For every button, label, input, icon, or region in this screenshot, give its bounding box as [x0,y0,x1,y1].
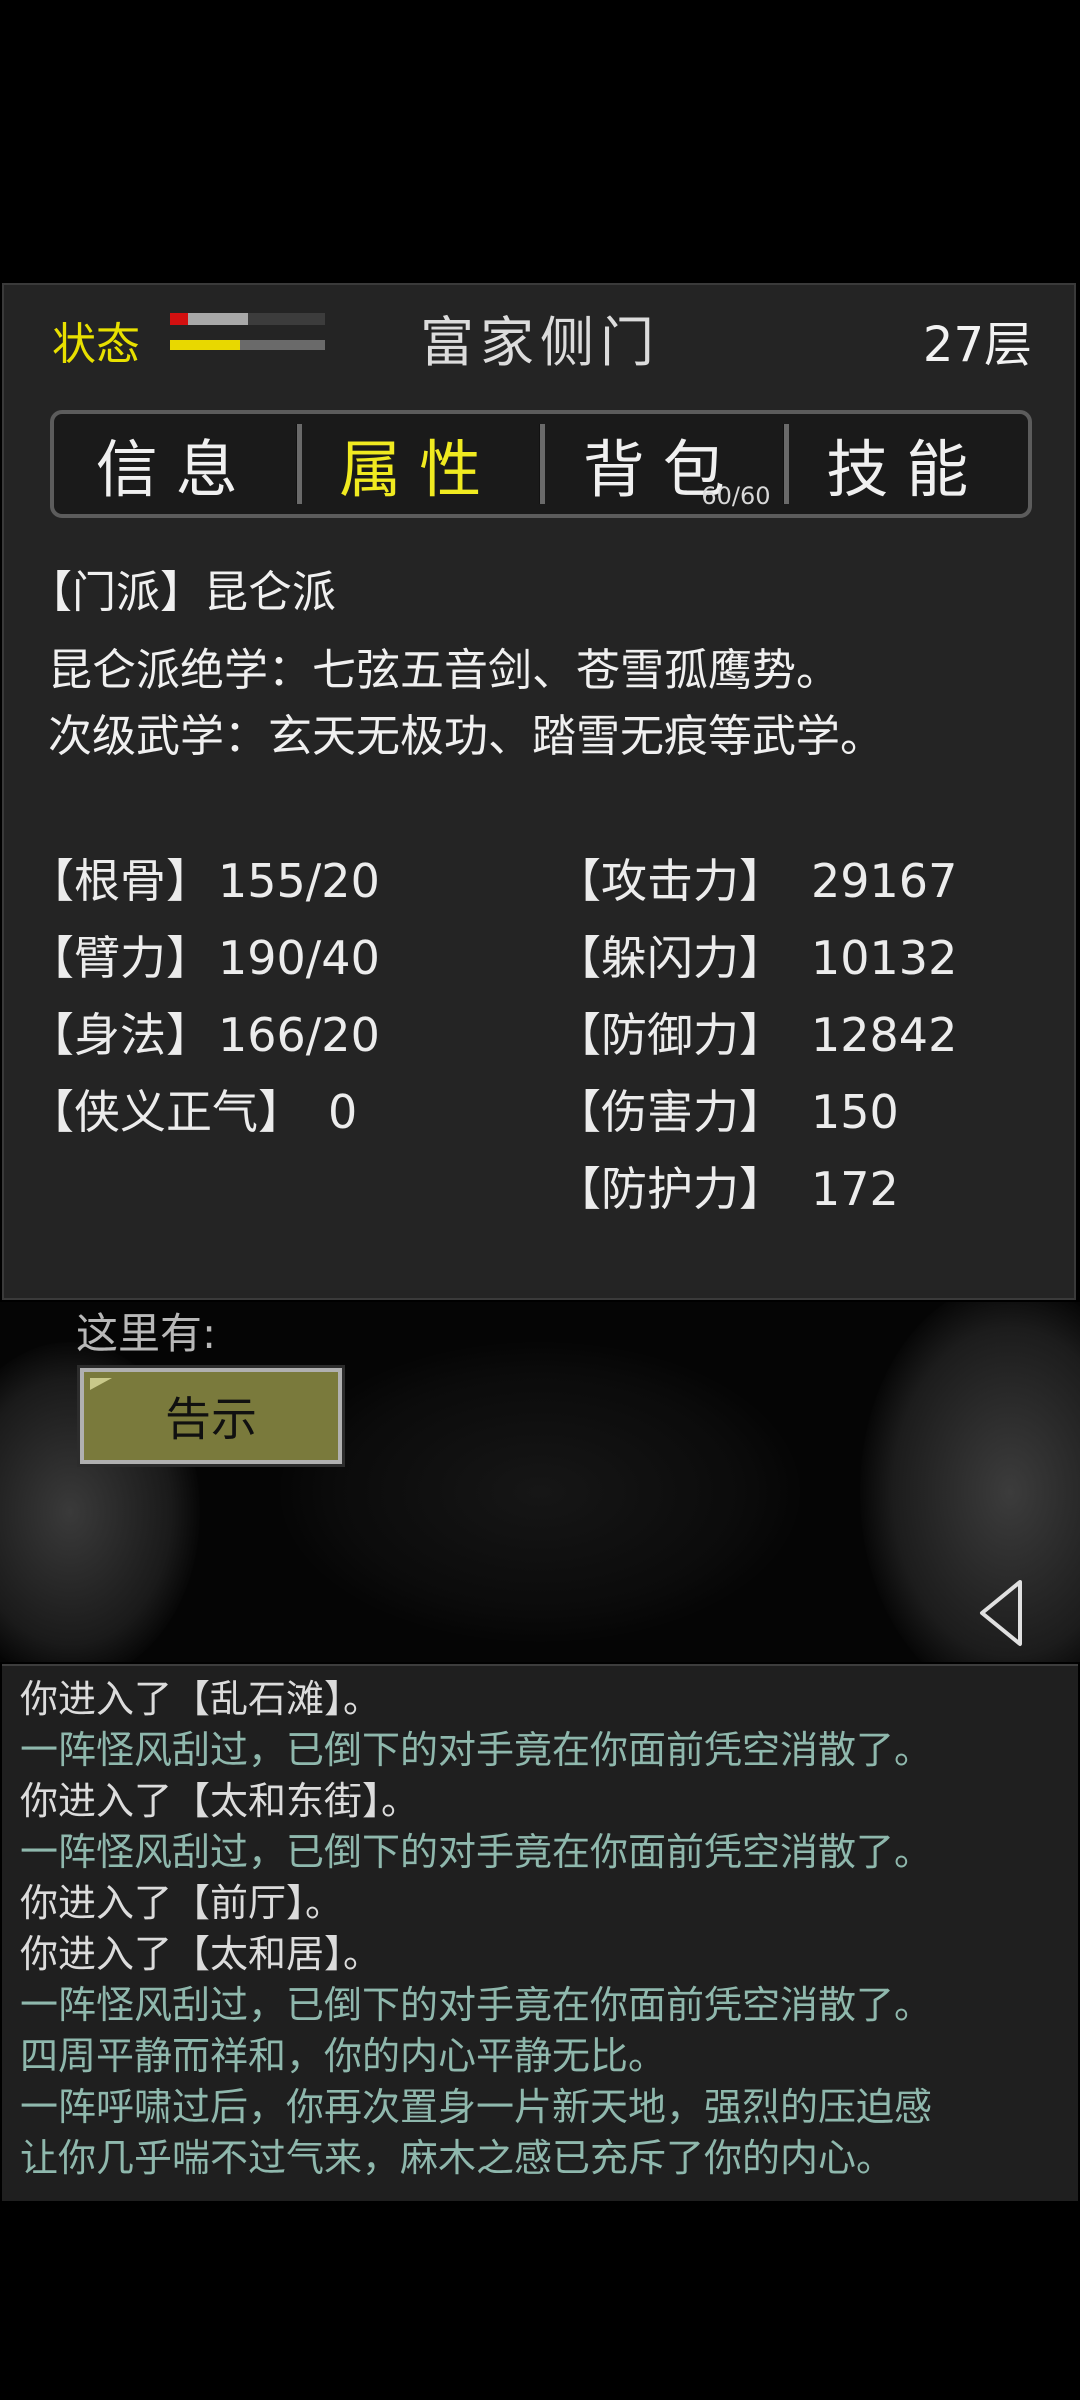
here-label: 这里有: [76,1309,217,1358]
stat-damage: 【伤害力】 150 [555,1076,899,1142]
stat-dodge: 【躲闪力】 10132 [555,922,957,988]
stat-value: 10132 [811,931,958,985]
stat-attack: 【攻击力】 29167 [555,845,957,911]
log-line: 你进入了【前厅】。 [20,1881,344,1925]
tab-inventory[interactable]: 背包 60/60 [539,414,785,514]
tab-attributes[interactable]: 属性 [295,414,542,514]
log-line: 一阵怪风刮过，已倒下的对手竟在你面前凭空消散了。 [20,1830,933,1874]
stat-value: 166/20 [218,1008,380,1062]
stat-key: 【攻击力】 [555,854,785,908]
tab-bar: 信息 属性 背包 60/60 技能 [50,410,1032,518]
tab-info[interactable]: 信息 [54,414,298,514]
stat-value: 190/40 [218,931,380,985]
stat-key: 【根骨】 [28,854,212,908]
log-line: 你进入了【太和东街】。 [20,1779,420,1823]
log-line: 让你几乎喘不过气来，麻木之感已充斥了你的内心。 [20,2136,895,2180]
stat-defense: 【防御力】 12842 [555,999,957,1065]
stat-key: 【身法】 [28,1008,212,1062]
stat-key: 【臂力】 [28,931,212,985]
stat-key: 【防护力】 [555,1162,785,1216]
stat-protection: 【防护力】 172 [555,1153,899,1219]
tab-skills-label: 技能 [826,433,987,506]
log-line: 一阵呼啸过后，你再次置身一片新天地，强烈的压迫感 [20,2085,933,2129]
stat-key: 【伤害力】 [555,1085,785,1139]
stat-value: 0 [328,1085,358,1139]
sect-label: 【门派】昆仑派 [28,567,336,618]
stat-value: 150 [811,1085,899,1139]
flag-icon [90,1378,112,1390]
stat-value: 12842 [811,1008,958,1062]
stat-agility: 【身法】 166/20 [28,999,380,1065]
location-title: 富家侧门 [420,311,660,374]
tab-info-label: 信息 [95,433,256,506]
floor-indicator: 27层 [922,317,1032,373]
inventory-count-badge: 60/60 [701,482,771,510]
notice-button-label: 告示 [165,1392,257,1446]
log-line: 一阵怪风刮过，已倒下的对手竟在你面前凭空消散了。 [20,1983,933,2027]
stat-key: 【侠义正气】 [28,1085,304,1139]
message-log[interactable]: 你进入了【乱石滩】。一阵怪风刮过，已倒下的对手竟在你面前凭空消散了。 你进入了【太… [2,1664,1078,2201]
sect-skill-secondary: 次级武学：玄天无极功、踏雪无痕等武学。 [48,711,884,762]
sect-skill-primary: 昆仑派绝学：七弦五音剑、苍雪孤鹰势。 [48,645,840,696]
stat-value: 29167 [811,854,958,908]
log-line: 一阵怪风刮过，已倒下的对手竟在你面前凭空消散了。 [20,1728,933,1772]
stat-value: 172 [811,1162,899,1216]
tab-skills[interactable]: 技能 [782,414,1029,514]
tab-attributes-label: 属性 [339,433,500,506]
stat-key: 【躲闪力】 [555,931,785,985]
log-line: 你进入了【太和居】。 [20,1932,382,1976]
notice-button[interactable]: 告示 [77,1365,345,1467]
log-line: 你进入了【乱石滩】。 [20,1677,382,1721]
stat-value: 155/20 [218,854,380,908]
stat-strength: 【臂力】 190/40 [28,922,380,988]
stat-constitution: 【根骨】 155/20 [28,845,380,911]
scene-smoke [280,1342,800,1642]
log-line: 四周平静而祥和，你的内心平静无比。 [20,2034,667,2078]
scene-smoke [860,1302,1080,1662]
back-arrow-icon[interactable] [976,1578,1024,1648]
stat-righteousness: 【侠义正气】 0 [28,1076,357,1142]
stat-key: 【防御力】 [555,1008,785,1062]
